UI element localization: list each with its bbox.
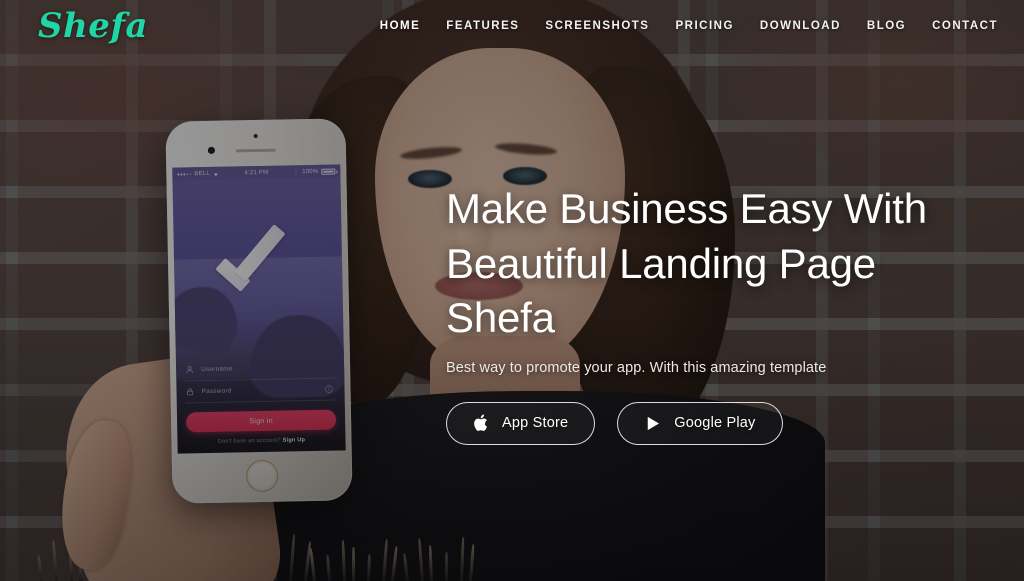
signal-strength-icon	[177, 172, 192, 176]
nav-item-blog[interactable]: BLOG	[867, 20, 906, 32]
sign-up-prompt-text: Don't have an account?	[217, 437, 281, 445]
apple-icon	[474, 414, 487, 432]
hero-subtitle: Best way to promote your app. With this …	[446, 359, 827, 376]
battery-icon	[321, 168, 336, 175]
nav-item-pricing[interactable]: PRICING	[675, 20, 733, 32]
username-field[interactable]: Username	[184, 356, 336, 382]
nav-item-download[interactable]: DOWNLOAD	[760, 20, 841, 32]
checkmark-icon	[214, 224, 301, 292]
proximity-sensor-icon	[253, 133, 258, 139]
hero-copy: Make Business Easy With Beautiful Landin…	[446, 182, 991, 445]
person-icon	[186, 366, 193, 374]
info-icon[interactable]	[324, 385, 333, 394]
hero-cta-row: App Store Google Play	[446, 401, 991, 445]
phone-status-bar: BELL 4:21 PM ⋮ 100%	[172, 164, 341, 181]
battery-percent-label: 100%	[302, 168, 319, 175]
site-header: Shefa HOME FEATURES SCREENSHOTS PRICING …	[0, 0, 1024, 60]
app-store-button[interactable]: App Store	[446, 401, 596, 445]
google-play-button[interactable]: Google Play	[617, 401, 783, 445]
carrier-label: BELL	[194, 170, 210, 177]
alarm-icon: ⋮	[292, 169, 300, 176]
wifi-icon	[214, 172, 219, 176]
sign-in-button[interactable]: Sign in	[185, 409, 337, 433]
play-triangle-icon	[648, 416, 660, 430]
password-field[interactable]: Password	[185, 378, 336, 404]
google-play-label: Google Play	[674, 415, 756, 432]
app-login-form: Username Password Sign in Don't have an …	[176, 356, 346, 453]
username-placeholder: Username	[201, 365, 233, 374]
sign-up-link[interactable]: Sign Up	[283, 437, 306, 443]
nav-item-contact[interactable]: CONTACT	[932, 20, 998, 32]
app-store-label: App Store	[502, 415, 569, 432]
site-logo[interactable]: Shefa	[38, 6, 148, 46]
phone-top-bezel	[165, 118, 346, 167]
phone-mockup: BELL 4:21 PM ⋮ 100% Username Password Si…	[165, 118, 353, 504]
password-placeholder: Password	[201, 387, 232, 396]
clock-label: 4:21 PM	[244, 169, 269, 176]
lock-icon	[186, 388, 194, 396]
hero-section: BELL 4:21 PM ⋮ 100% Username Password Si…	[0, 0, 1024, 581]
nav-item-screenshots[interactable]: SCREENSHOTS	[545, 20, 649, 32]
nav-item-home[interactable]: HOME	[380, 20, 421, 32]
hero-headline: Make Business Easy With Beautiful Landin…	[446, 185, 927, 342]
nav-item-features[interactable]: FEATURES	[446, 20, 519, 32]
sign-up-prompt: Don't have an account? Sign Up	[186, 437, 336, 446]
front-camera-icon	[207, 146, 215, 154]
phone-screen: BELL 4:21 PM ⋮ 100% Username Password Si…	[172, 164, 346, 454]
earpiece-speaker	[235, 148, 276, 153]
main-navigation: HOME FEATURES SCREENSHOTS PRICING DOWNLO…	[380, 20, 998, 32]
home-button[interactable]	[245, 459, 279, 493]
